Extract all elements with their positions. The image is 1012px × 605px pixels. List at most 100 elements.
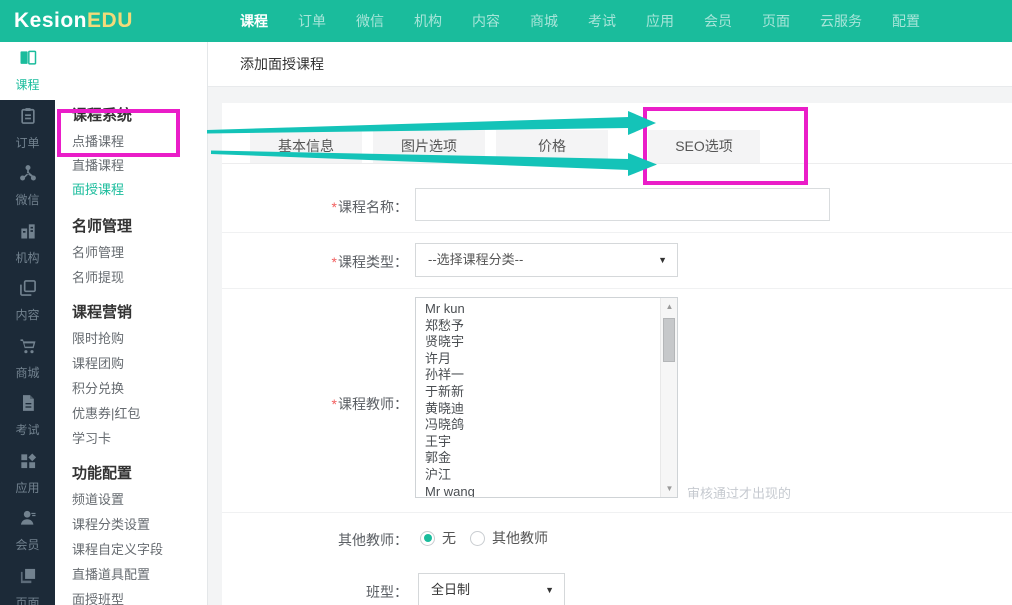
top-nav-members[interactable]: 会员 [704, 11, 732, 31]
row-divider [222, 512, 1012, 513]
sidebar-item-apps[interactable]: 应用 [0, 445, 55, 503]
class-type-select[interactable]: 全日制 ▼ [418, 573, 565, 605]
sidebar-item-institution[interactable]: 机构 [0, 215, 55, 273]
listbox-scrollbar[interactable]: ▲ ▼ [660, 298, 677, 497]
row-divider [222, 232, 1012, 233]
top-nav-orders[interactable]: 订单 [298, 11, 326, 31]
sidebar-item-content[interactable]: 内容 [0, 272, 55, 330]
top-nav-cloud[interactable]: 云服务 [820, 11, 862, 31]
top-nav-content[interactable]: 内容 [472, 11, 500, 31]
cart-icon [18, 336, 38, 361]
scroll-up-icon[interactable]: ▲ [661, 299, 677, 314]
top-nav-exam[interactable]: 考试 [588, 11, 616, 31]
top-nav-mall[interactable]: 商城 [530, 11, 558, 31]
logo-part2: EDU [87, 9, 133, 32]
teacher-option-list: Mr kun 郑愁予 贤晓宇 许月 孙祥一 于新新 黄晓迪 冯晓鸽 王宇 郭金 … [416, 298, 677, 497]
top-nav-institution[interactable]: 机构 [414, 11, 442, 31]
teacher-option[interactable]: 于新新 [416, 384, 677, 401]
teacher-hint-text: 审核通过才出现的 [687, 486, 792, 501]
teacher-option[interactable]: Mr kun [416, 301, 677, 318]
scrollbar-thumb[interactable] [663, 318, 675, 362]
scroll-down-icon[interactable]: ▼ [661, 481, 677, 496]
top-nav-wechat[interactable]: 微信 [356, 11, 384, 31]
radio-circle [420, 530, 435, 546]
logo-part1: Kesion [14, 9, 88, 32]
top-nav: 课程 订单 微信 机构 内容 商城 考试 应用 会员 页面 云服务 配置 [240, 0, 920, 42]
building-icon [18, 221, 38, 246]
top-nav-courses[interactable]: 课程 [240, 11, 268, 31]
course-type-select[interactable]: --选择课程分类-- ▼ [415, 243, 678, 277]
share-icon [18, 163, 38, 188]
sidebar-item-wechat[interactable]: 微信 [0, 157, 55, 215]
tab-seo-options[interactable]: SEO选项 [648, 130, 760, 163]
course-name-input[interactable] [415, 188, 830, 221]
icon-sidebar: 课程 订单 微信 机构 内容 商城 考试 应用 会员 页面 [0, 42, 55, 605]
teacher-option[interactable]: 许月 [416, 351, 677, 368]
tab-divider [222, 163, 1012, 164]
app-logo[interactable]: KesionEDU [14, 0, 133, 42]
app-root: KesionEDU 课程 订单 微信 机构 内容 商城 考试 应用 会员 页面 … [0, 0, 1012, 605]
menu-sidebar: 课程系统 点播课程 直播课程 面授课程 名师管理 名师管理 名师提现 课程营销 … [55, 42, 208, 605]
file-icon [18, 393, 38, 418]
teacher-option[interactable]: 王宇 [416, 434, 677, 451]
required-mark: * [331, 199, 337, 215]
sidebar-item-exam[interactable]: 考试 [0, 387, 55, 445]
tab-basic-info[interactable]: 基本信息 [250, 130, 362, 163]
sidebar-item-pages[interactable]: 页面 [0, 560, 55, 605]
top-nav-pages[interactable]: 页面 [762, 11, 790, 31]
book-icon [18, 48, 38, 73]
radio-other-teacher[interactable]: 其他教师 [470, 528, 548, 548]
sidebar-item-courses[interactable]: 课程 [0, 42, 55, 100]
chevron-down-icon: ▼ [545, 585, 554, 595]
menu-item-live-course[interactable]: 直播课程 [72, 156, 124, 176]
teacher-option[interactable]: 贤晓宇 [416, 334, 677, 351]
menu-item-vod-course[interactable]: 点播课程 [72, 132, 124, 152]
documents-icon [18, 278, 38, 303]
menu-item-group-buy[interactable]: 课程团购 [72, 354, 124, 374]
row-divider [222, 288, 1012, 289]
teacher-option[interactable]: 冯晓鸽 [416, 417, 677, 434]
course-teacher-listbox[interactable]: Mr kun 郑愁予 贤晓宇 许月 孙祥一 于新新 黄晓迪 冯晓鸽 王宇 郭金 … [415, 297, 678, 498]
user-icon [18, 508, 38, 533]
top-nav-config[interactable]: 配置 [892, 11, 920, 31]
menu-item-custom-fields[interactable]: 课程自定义字段 [72, 540, 163, 560]
menu-item-coupon-redpacket[interactable]: 优惠券|红包 [72, 404, 140, 424]
sidebar-item-members[interactable]: 会员 [0, 502, 55, 560]
menu-section-function-config: 功能配置 [72, 465, 133, 482]
top-header: KesionEDU 课程 订单 微信 机构 内容 商城 考试 应用 会员 页面 … [0, 0, 1012, 42]
radio-circle [470, 530, 485, 546]
clipboard-icon [18, 106, 38, 131]
menu-item-teacher-withdraw[interactable]: 名师提现 [72, 268, 124, 288]
teacher-option[interactable]: Mr wang [416, 484, 677, 497]
page-title: 添加面授课程 [240, 56, 324, 72]
menu-item-teacher-mgmt[interactable]: 名师管理 [72, 243, 124, 263]
course-teacher-label: *课程教师： [331, 396, 408, 412]
sidebar-item-orders[interactable]: 订单 [0, 100, 55, 158]
teacher-option[interactable]: 郑愁予 [416, 318, 677, 335]
menu-section-teacher-mgmt: 名师管理 [72, 218, 133, 235]
menu-item-flash-sale[interactable]: 限时抢购 [72, 329, 124, 349]
teacher-option[interactable]: 黄晓迪 [416, 401, 677, 418]
chevron-down-icon: ▼ [658, 255, 667, 265]
teacher-option[interactable]: 孙祥一 [416, 367, 677, 384]
tab-price[interactable]: 价格 [496, 130, 608, 163]
teacher-option[interactable]: 郭金 [416, 450, 677, 467]
tab-image-options[interactable]: 图片选项 [373, 130, 485, 163]
course-name-label: *课程名称： [331, 199, 408, 215]
menu-item-offline-class-type[interactable]: 面授班型 [72, 590, 124, 605]
menu-item-offline-course[interactable]: 面授课程 [72, 180, 124, 200]
other-teacher-radio-group: 无 其他教师 [420, 528, 548, 548]
menu-item-study-card[interactable]: 学习卡 [72, 429, 111, 449]
menu-item-category-settings[interactable]: 课程分类设置 [72, 515, 150, 535]
menu-item-channel-settings[interactable]: 频道设置 [72, 490, 124, 510]
pages-icon [18, 566, 38, 591]
sidebar-item-mall[interactable]: 商城 [0, 330, 55, 388]
required-mark: * [331, 254, 337, 270]
radio-none[interactable]: 无 [420, 528, 456, 548]
top-nav-apps[interactable]: 应用 [646, 11, 674, 31]
menu-item-live-props-config[interactable]: 直播道具配置 [72, 565, 150, 585]
menu-item-points-exchange[interactable]: 积分兑换 [72, 379, 124, 399]
teacher-option[interactable]: 沪江 [416, 467, 677, 484]
menu-section-course-system: 课程系统 [72, 107, 133, 124]
other-teacher-label: 其他教师： [338, 532, 408, 548]
